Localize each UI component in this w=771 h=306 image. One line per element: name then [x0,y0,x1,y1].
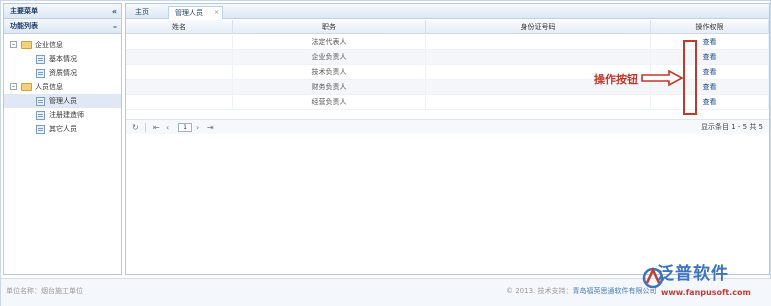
tree-toggle-icon[interactable]: – [10,41,17,48]
table-row[interactable]: 法定代表人 查看 [126,35,769,50]
tree-item-managers[interactable]: 管理人员 [4,94,121,108]
page-number-input[interactable]: 1 [178,123,192,132]
column-header-id-number[interactable]: 身份证号码 [426,20,651,34]
brand-url: www.fanpusoft.com [661,288,751,297]
cell-actions: 查看 [651,50,769,65]
cell-position: 企业负责人 [233,50,426,65]
tree-toggle-icon[interactable]: – [10,83,17,90]
tree-item-label: 资质情况 [49,69,77,77]
brand-name: 泛普软件 [657,264,729,284]
tree-item-other-staff[interactable]: 其它人员 [4,122,121,136]
cell-actions: 查看 [651,35,769,50]
unit-name: 单位名称：烟台施工单位 [6,287,83,295]
pagination-info: 显示条目 1 - 5 共 5 [700,123,763,131]
function-list-header: 功能列表 – [4,19,121,34]
cell-position: 经营负责人 [233,95,426,110]
column-header-actions[interactable]: 操作权限 [651,20,769,34]
tree-item-registered-builders[interactable]: 注册建造师 [4,108,121,122]
prev-page-icon[interactable]: ‹ [166,123,169,132]
cell-actions: 查看 [651,95,769,110]
nav-tree: – 企业信息 基本情况 资质情况 – 人员信息 管理人员 注册建造师 其它人员 [4,34,121,136]
cell-name [126,95,233,110]
tree-item-basic-info[interactable]: 基本情况 [4,52,121,66]
cell-id-number [426,35,651,50]
view-link[interactable]: 查看 [703,53,717,61]
tree-item-label: 注册建造师 [49,111,84,119]
cell-name [126,35,233,50]
cell-position: 法定代表人 [233,35,426,50]
tree-item-label: 其它人员 [49,125,77,133]
annotation-label: 操作按钮 [594,73,638,86]
copyright-text: © 2013. 技术支持： [506,287,573,295]
close-tab-icon[interactable]: × [214,7,219,19]
main-panel: 主页 管理人员 × 姓名 职务 身份证号码 操作权限 法定代表人 查看 企业负责… [125,3,770,275]
column-header-position[interactable]: 职务 [233,20,426,34]
annotation-highlight-box [683,40,697,115]
function-list-title: 功能列表 [10,22,38,30]
column-header-name[interactable]: 姓名 [126,20,233,34]
cell-name [126,50,233,65]
cell-name [126,65,233,80]
view-link[interactable]: 查看 [703,83,717,91]
first-page-icon[interactable]: ⇤ [153,123,160,132]
page-icon [36,125,45,134]
app-window: 主要菜单 « 功能列表 – – 企业信息 基本情况 资质情况 – 人员信息 管理… [0,0,771,306]
table-row[interactable]: 经营负责人 查看 [126,95,769,110]
page-icon [36,69,45,78]
page-icon [36,111,45,120]
last-page-icon[interactable]: ⇥ [207,123,214,132]
folder-icon [21,41,32,49]
tab-label: 管理人员 [175,9,203,17]
cell-position: 技术负责人 [233,65,426,80]
cell-id-number [426,95,651,110]
tab-managers[interactable]: 管理人员 × [168,6,223,19]
page-icon [36,55,45,64]
collapse-section-icon[interactable]: – [113,19,117,34]
table-row[interactable]: 企业负责人 查看 [126,50,769,65]
tree-node-personnel-info[interactable]: – 人员信息 [4,80,121,94]
tree-node-label: 企业信息 [35,41,63,49]
folder-icon [21,83,32,91]
view-link[interactable]: 查看 [703,68,717,76]
tree-item-qualification[interactable]: 资质情况 [4,66,121,80]
tab-label: 主页 [135,8,149,16]
cell-name [126,80,233,95]
pager-divider [145,123,146,132]
next-page-icon[interactable]: › [196,123,199,132]
tree-node-company-info[interactable]: – 企业信息 [4,38,121,52]
grid-header: 姓名 职务 身份证号码 操作权限 [126,20,769,34]
sidebar: 主要菜单 « 功能列表 – – 企业信息 基本情况 资质情况 – 人员信息 管理… [3,3,122,275]
tree-node-label: 人员信息 [35,83,63,91]
sidebar-title: 主要菜单 [10,7,38,15]
annotation-arrow-icon [641,70,683,86]
collapse-sidebar-icon[interactable]: « [112,4,117,19]
refresh-icon[interactable]: ↻ [132,123,139,132]
view-link[interactable]: 查看 [703,38,717,46]
pagination-bar: ↻ ⇤ ‹ 1 › ⇥ 显示条目 1 - 5 共 5 [126,119,769,134]
page-icon [36,97,45,106]
cell-id-number [426,50,651,65]
tab-home[interactable]: 主页 [129,6,155,19]
copyright: © 2013. 技术支持：青岛福英思通软件有限公司 [506,286,657,296]
sidebar-header: 主要菜单 « [4,4,121,19]
tab-bar: 主页 管理人员 × [126,4,769,19]
tree-item-label: 管理人员 [49,97,77,105]
view-link[interactable]: 查看 [703,98,717,106]
cell-position: 财务负责人 [233,80,426,95]
tree-item-label: 基本情况 [49,55,77,63]
